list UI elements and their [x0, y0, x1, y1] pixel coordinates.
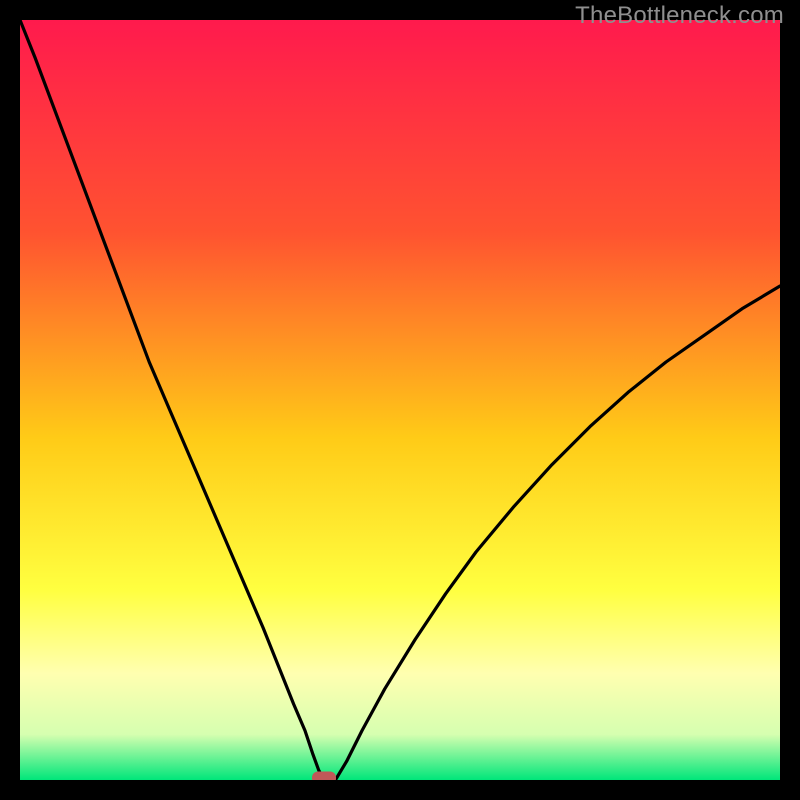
- watermark-text: TheBottleneck.com: [575, 2, 784, 30]
- chart-frame: TheBottleneck.com: [0, 0, 800, 800]
- optimum-marker: [312, 772, 336, 781]
- bottleneck-chart: [20, 20, 780, 780]
- plot-area: [20, 20, 780, 780]
